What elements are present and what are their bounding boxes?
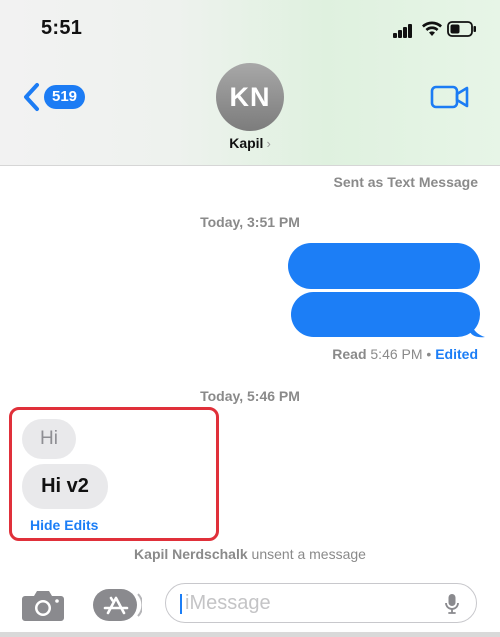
- compose-bar: iMessage: [0, 568, 500, 637]
- hide-edits-link[interactable]: Hide Edits: [30, 517, 98, 533]
- status-time: 5:51: [41, 17, 83, 39]
- wifi-icon: [422, 21, 442, 36]
- app-store-icon[interactable]: [92, 588, 142, 622]
- camera-icon[interactable]: [21, 588, 65, 622]
- received-original-bubble[interactable]: Hi: [22, 419, 76, 459]
- battery-icon: [447, 21, 476, 37]
- read-receipt: Read 5:46 PM • Edited: [332, 346, 478, 362]
- edited-link[interactable]: Edited: [435, 346, 478, 362]
- received-original-text: Hi: [40, 428, 58, 449]
- received-edited-text: Hi v2: [41, 475, 89, 497]
- contact-name: Kapil: [229, 135, 264, 151]
- microphone-icon[interactable]: [444, 593, 460, 615]
- sent-as-text-label: Sent as Text Message: [333, 174, 478, 190]
- timestamp-1: Today, 3:51 PM: [200, 214, 300, 230]
- separator: •: [426, 346, 432, 362]
- video-camera-icon[interactable]: [430, 84, 470, 110]
- bubble-tail: [470, 320, 485, 338]
- message-input[interactable]: iMessage: [165, 583, 477, 623]
- contact-name-button[interactable]: Kapil ›: [0, 135, 500, 151]
- read-label: Read: [332, 346, 367, 362]
- signal-icon: [393, 24, 413, 38]
- read-time: 5:46 PM: [370, 346, 423, 362]
- sent-message-bubble[interactable]: [291, 292, 480, 337]
- text-cursor: [180, 594, 182, 614]
- sent-message-bubble[interactable]: [288, 243, 480, 289]
- conversation-header: 5:51 519 KN Kapil ›: [0, 0, 500, 166]
- chevron-right-icon: ›: [266, 136, 271, 151]
- unsent-text: unsent a message: [251, 546, 366, 562]
- chevron-left-icon: [24, 83, 39, 111]
- unsent-name: Kapil Nerdschalk: [134, 546, 248, 562]
- back-button[interactable]: 519: [20, 80, 86, 114]
- unsent-notice: Kapil Nerdschalk unsent a message: [0, 546, 500, 562]
- timestamp-separator: Today, 5:46 PM: [0, 388, 500, 404]
- timestamp-separator: Today, 3:51 PM: [0, 214, 500, 230]
- avatar[interactable]: KN: [216, 63, 284, 131]
- timestamp-2: Today, 5:46 PM: [200, 388, 300, 404]
- bottom-divider: [0, 632, 500, 637]
- unread-count-badge: 519: [44, 85, 86, 109]
- message-placeholder: iMessage: [185, 592, 271, 614]
- received-edited-bubble[interactable]: Hi v2: [22, 464, 108, 509]
